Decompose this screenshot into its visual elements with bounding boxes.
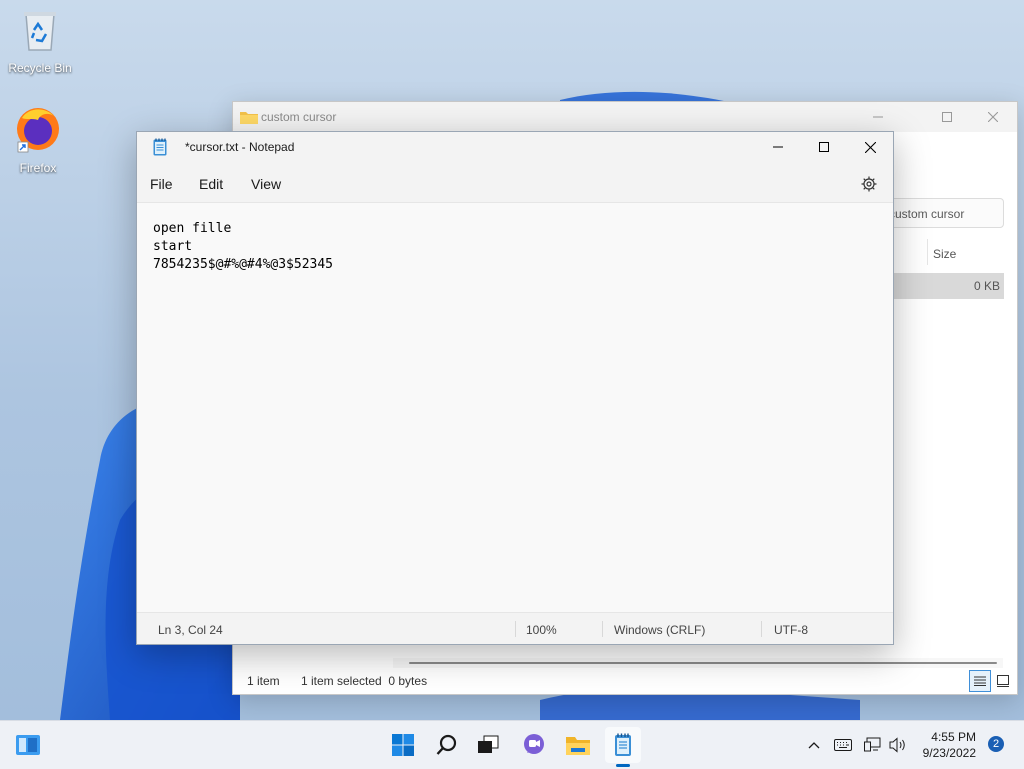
notepad-maximize-button[interactable] [801, 132, 847, 162]
network-button[interactable] [862, 721, 884, 769]
column-header-size[interactable]: Size [933, 247, 956, 261]
explorer-close-button[interactable] [970, 102, 1016, 132]
firefox-icon [17, 108, 59, 153]
gear-icon [861, 176, 877, 192]
clock[interactable]: 4:55 PM 9/23/2022 [912, 729, 976, 761]
start-button[interactable] [385, 727, 421, 763]
windows-logo-icon [392, 734, 414, 756]
taskbar: 4:55 PM 9/23/2022 [0, 720, 1024, 769]
notepad-taskbar-button[interactable] [605, 727, 641, 767]
recycle-bin-label: Recycle Bin [8, 61, 72, 75]
explorer-title: custom cursor [261, 110, 337, 124]
tiles-view-icon [997, 675, 1009, 687]
recycle-bin-icon [24, 12, 56, 51]
details-view-button[interactable] [969, 670, 991, 692]
minimize-icon [773, 146, 783, 148]
desktop-icon-recycle-bin[interactable]: Recycle Bin [2, 8, 78, 75]
explorer-minimize-button[interactable] [855, 102, 901, 132]
minimize-icon [873, 116, 883, 118]
notepad-window[interactable]: *cursor.txt - Notepad File Edit View ope… [136, 131, 894, 645]
notification-badge[interactable]: 2 [988, 736, 1004, 752]
explorer-titlebar[interactable]: custom cursor [233, 102, 1017, 132]
task-view-icon [478, 735, 499, 753]
status-divider [761, 621, 762, 637]
scrollbar-thumb[interactable] [409, 662, 997, 664]
menu-file[interactable]: File [150, 176, 173, 192]
notepad-statusbar: Ln 3, Col 24 100% Windows (CRLF) UTF-8 [137, 612, 893, 644]
menu-edit[interactable]: Edit [199, 176, 223, 192]
maximize-icon [942, 112, 952, 122]
file-row-selected[interactable]: 0 KB [878, 273, 1004, 299]
clock-time: 4:55 PM [931, 730, 976, 744]
details-view-icon [974, 676, 986, 686]
folder-icon [566, 737, 590, 755]
close-icon [988, 112, 998, 122]
notepad-icon [615, 733, 631, 756]
desktop: Recycle Bin Firefox custom cursor custom… [0, 0, 1024, 720]
horizontal-scrollbar[interactable] [393, 658, 1003, 668]
search-button[interactable] [429, 727, 465, 763]
notepad-icon [153, 138, 167, 156]
network-icon [864, 737, 881, 752]
explorer-maximize-button[interactable] [924, 102, 970, 132]
show-hidden-icons-button[interactable] [804, 721, 824, 769]
active-app-indicator [616, 764, 630, 767]
status-divider [515, 621, 516, 637]
desktop-icon-firefox[interactable]: Firefox [0, 104, 76, 175]
notepad-close-button[interactable] [847, 132, 893, 162]
widgets-icon [16, 735, 40, 755]
notepad-titlebar[interactable]: *cursor.txt - Notepad [137, 132, 893, 162]
input-indicator[interactable] [832, 721, 854, 769]
notepad-text-area[interactable]: open fille start 7854235$@#%@#4%@3$52345 [137, 202, 893, 613]
column-divider [927, 239, 928, 265]
item-count: 1 item [247, 674, 280, 688]
maximize-icon [819, 142, 829, 152]
tiles-view-button[interactable] [992, 670, 1014, 692]
cursor-position: Ln 3, Col 24 [158, 623, 223, 637]
status-divider [602, 621, 603, 637]
close-icon [864, 141, 876, 153]
settings-button[interactable] [859, 174, 879, 194]
file-size: 0 KB [973, 279, 1000, 293]
notepad-title: *cursor.txt - Notepad [185, 140, 295, 154]
volume-button[interactable] [887, 721, 909, 769]
folder-icon [240, 112, 258, 124]
chat-icon [524, 734, 544, 754]
notepad-minimize-button[interactable] [755, 132, 801, 162]
volume-icon [889, 737, 905, 753]
firefox-label: Firefox [19, 161, 57, 175]
explorer-statusbar: 1 item 1 item selected 0 bytes [233, 668, 1017, 694]
text-line-3: 7854235$@#%@#4%@3$52345 [153, 257, 334, 272]
text-line-1: open fille [153, 221, 232, 236]
notepad-menubar: File Edit View [137, 162, 893, 202]
keyboard-icon [834, 739, 852, 751]
encoding: UTF-8 [774, 623, 808, 637]
teams-chat-button[interactable] [516, 727, 552, 763]
file-explorer-taskbar-button[interactable] [560, 727, 596, 763]
text-line-2: start [153, 239, 193, 254]
search-icon [436, 734, 457, 755]
clock-date: 9/23/2022 [922, 746, 976, 760]
chevron-up-icon [808, 742, 820, 749]
task-view-button[interactable] [470, 727, 506, 763]
menu-view[interactable]: View [251, 176, 281, 192]
explorer-search-input[interactable]: custom cursor [878, 198, 1004, 228]
widgets-button[interactable] [10, 727, 46, 763]
zoom-level: 100% [526, 623, 557, 637]
selection-status: 1 item selected 0 bytes [301, 674, 428, 688]
line-ending: Windows (CRLF) [614, 623, 706, 637]
